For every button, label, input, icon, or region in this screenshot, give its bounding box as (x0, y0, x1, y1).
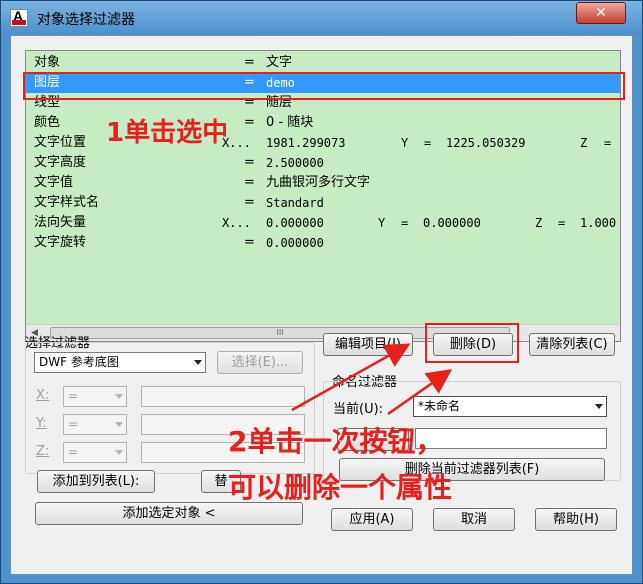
row-operator: = (244, 235, 255, 250)
select-button[interactable]: 选择(E)... (217, 351, 303, 374)
list-row-text-rotation[interactable]: 文字旋转 = 0.000000 (26, 233, 620, 253)
chevron-down-icon (115, 450, 123, 455)
list-row-text-height[interactable]: 文字高度 = 2.500000 (26, 153, 620, 173)
edit-item-button[interactable]: 编辑项目(I) (323, 333, 413, 356)
close-icon: ✕ (595, 5, 607, 21)
row-operator: X... (222, 216, 251, 230)
row-value: 九曲银河多行文字 (266, 175, 371, 190)
row-value: 0.000000 (266, 236, 324, 250)
row-y-value: 0.000000 (423, 216, 481, 230)
row-value: 1981.299073 (266, 136, 346, 150)
row-name: 法向矢量 (34, 215, 87, 230)
row-value: Standard (266, 196, 324, 210)
y-operator-select[interactable]: = (63, 414, 127, 435)
x-operator-select[interactable]: = (63, 386, 127, 407)
chevron-down-icon (595, 404, 603, 409)
annotation-step1: 1单击选中 (106, 118, 229, 148)
chevron-down-icon (115, 394, 123, 399)
clear-list-button[interactable]: 清除列表(C) (529, 333, 615, 356)
current-filter-select[interactable]: *未命名 (413, 396, 607, 417)
autocad-app-icon: A (10, 8, 28, 27)
z-axis-label: Z: (36, 444, 50, 459)
annotation-step2-line2: 可以删除一个属性 (228, 471, 453, 504)
row-operator: = (244, 195, 255, 210)
current-filter-value: *未命名 (418, 399, 461, 413)
close-button[interactable]: ✕ (576, 2, 626, 24)
row-name: 文字样式名 (34, 195, 100, 210)
chevron-down-icon (115, 422, 123, 427)
x-value-field[interactable] (141, 386, 305, 407)
save-as-name-field[interactable] (415, 428, 607, 449)
apply-button[interactable]: 应用(A) (331, 508, 413, 531)
chevron-down-icon (194, 360, 202, 365)
x-axis-label: X: (36, 388, 50, 403)
list-row-text-value[interactable]: 文字值 = 九曲银河多行文字 (26, 173, 620, 193)
row-z-operator: = (558, 216, 566, 230)
row-operator: = (244, 55, 255, 70)
row-name: 文字值 (34, 175, 74, 190)
current-filter-label: 当前(U): (333, 402, 384, 417)
row-z-value: 1.000 (580, 216, 617, 230)
row-operator: = (244, 155, 255, 170)
list-row-object[interactable]: 对象 = 文字 (26, 53, 620, 73)
add-to-list-button[interactable]: 添加到列表(L): (37, 470, 155, 493)
object-type-value: DWF 参考底图 (39, 355, 119, 369)
row-z-label: Z (580, 136, 588, 150)
highlight-delete-button (425, 323, 519, 363)
row-y-operator: = (424, 136, 432, 150)
row-value: 文字 (266, 55, 293, 70)
y-operator-value: = (68, 417, 79, 431)
annotation-step2-line1: 2单击一次按钮， (228, 425, 444, 458)
window-title: 对象选择过滤器 (37, 12, 135, 28)
row-z-label: Z (535, 216, 543, 230)
row-y-operator: = (401, 216, 409, 230)
row-name: 对象 (34, 55, 61, 70)
row-name: 文字位置 (34, 135, 87, 150)
object-type-select[interactable]: DWF 参考底图 (34, 352, 206, 373)
row-name: 文字旋转 (34, 235, 87, 250)
highlight-selected-row (23, 72, 625, 100)
row-y-label: Y (378, 216, 386, 230)
row-value: 0.000000 (266, 216, 324, 230)
z-operator-value: = (68, 445, 79, 459)
row-value: 0 - 随块 (266, 115, 314, 130)
row-name: 文字高度 (34, 155, 87, 170)
x-operator-value: = (68, 389, 79, 403)
row-y-label: Y (401, 136, 409, 150)
scroll-grip-icon: III (276, 328, 284, 337)
row-value: 2.500000 (266, 156, 324, 170)
row-operator: = (244, 115, 255, 130)
title-bar: A 对象选择过滤器 ✕ (1, 1, 642, 35)
list-row-normal-vector[interactable]: 法向矢量 X... 0.000000 Y = 0.000000 Z = 1.00… (26, 213, 620, 233)
list-row-text-style[interactable]: 文字样式名 = Standard (26, 193, 620, 213)
row-operator: = (244, 175, 255, 190)
y-axis-label: Y: (36, 416, 47, 431)
row-z-operator: = (604, 136, 612, 150)
row-y-value: 1225.050329 (446, 136, 526, 150)
help-button[interactable]: 帮助(H) (535, 508, 617, 531)
cancel-button[interactable]: 取消 (433, 508, 515, 531)
row-name: 颜色 (34, 115, 61, 130)
z-operator-select[interactable]: = (63, 442, 127, 463)
